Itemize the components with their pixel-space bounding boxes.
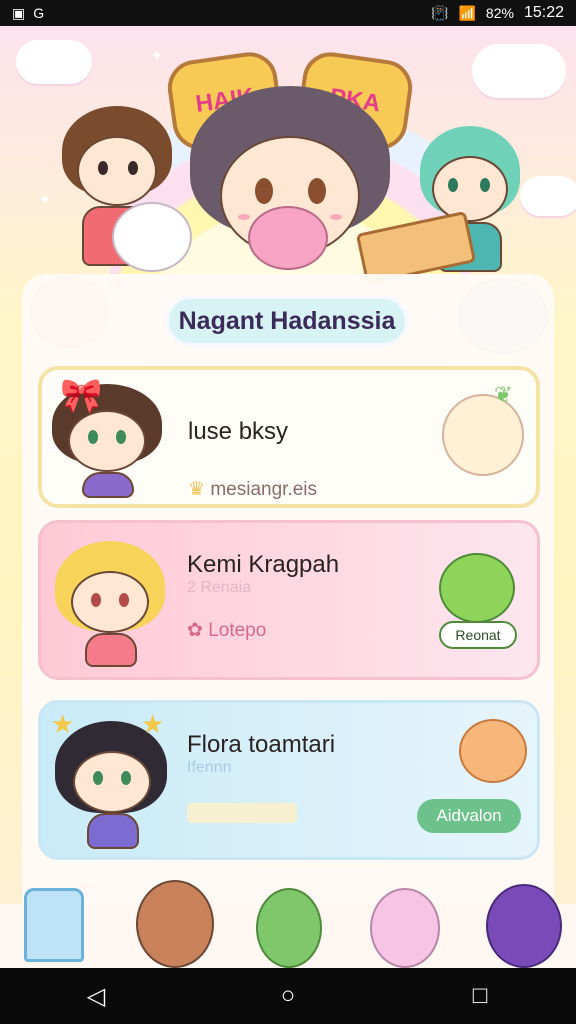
cat-avatar[interactable] — [370, 888, 440, 968]
profile-card[interactable]: ★ ★ Flora toamtari Ifennn Aidvalon — [38, 700, 540, 860]
avatar — [55, 531, 165, 671]
back-button[interactable]: ◁ — [66, 976, 126, 1016]
status-left: ▣ G — [12, 5, 44, 22]
star-clip-icon: ★ — [141, 709, 165, 739]
card-name: luse bksy — [188, 418, 289, 445]
card-tag: ♛ mesiangr.eis — [188, 479, 317, 500]
card-tag: ✿ Lotepo — [187, 620, 267, 641]
cloud-icon — [520, 176, 576, 216]
cloud-icon — [16, 40, 92, 84]
action-button[interactable]: Aidvalon — [417, 799, 521, 833]
notification-text: G — [33, 5, 45, 21]
star-clip-icon: ★ — [51, 709, 75, 739]
alien-icon — [439, 553, 515, 623]
section-title-pill: Nagant Hadanssia — [166, 296, 408, 346]
card-subtitle: 2 Renaia — [187, 579, 252, 596]
status-right: 📳 📶 82% 15:22 — [431, 4, 564, 22]
battery-text: 82% — [485, 5, 514, 21]
home-button[interactable]: ○ — [258, 976, 318, 1016]
purple-girl-avatar[interactable] — [486, 884, 562, 968]
placeholder-bar — [187, 803, 297, 823]
status-bar: ▣ G 📳 📶 82% 15:22 — [0, 0, 576, 26]
sparkle-icon: ✦ — [38, 192, 52, 209]
system-nav: ◁ ○ □ — [0, 968, 576, 1024]
card-name: Kemi Kragpah — [187, 551, 340, 578]
profile-card[interactable]: 🎀 luse bksy ♛ mesiangr.eis ❦ — [38, 366, 540, 508]
clock: 15:22 — [523, 4, 564, 21]
flower-icon: ✿ — [187, 620, 203, 641]
crown-icon: ♛ — [188, 479, 206, 500]
mascot-label: Reonat — [439, 621, 517, 649]
bear-icon — [459, 719, 527, 783]
girl-avatar[interactable] — [136, 880, 214, 968]
avatar: 🎀 — [52, 376, 162, 498]
avatar: ★ ★ — [51, 709, 171, 853]
app-screen: ✦ ✦ ♥ ♥ HAIK PKA Nagant Hadanssia — [0, 26, 576, 968]
profile-card[interactable]: Kemi Kragpah 2 Renaia ✿ Lotepo Reonat — [38, 520, 540, 680]
vibrate-icon: 📳 — [431, 4, 449, 21]
boy-avatar[interactable] — [256, 888, 322, 968]
cloud-icon — [472, 44, 566, 98]
sparkle-icon: ✦ — [150, 48, 164, 65]
pink-pig-plush — [248, 206, 328, 270]
white-cat-plush — [112, 202, 192, 272]
recents-button[interactable]: □ — [450, 976, 510, 1016]
image-icon: ▣ — [12, 4, 26, 21]
card-subtitle: Ifennn — [187, 759, 232, 776]
house-icon[interactable] — [24, 888, 84, 962]
sprout-icon: ❦ — [442, 382, 524, 476]
bow-icon: 🎀 — [60, 377, 103, 415]
wifi-icon: 📶 — [458, 4, 476, 21]
card-name: Flora toamtari — [187, 731, 336, 758]
